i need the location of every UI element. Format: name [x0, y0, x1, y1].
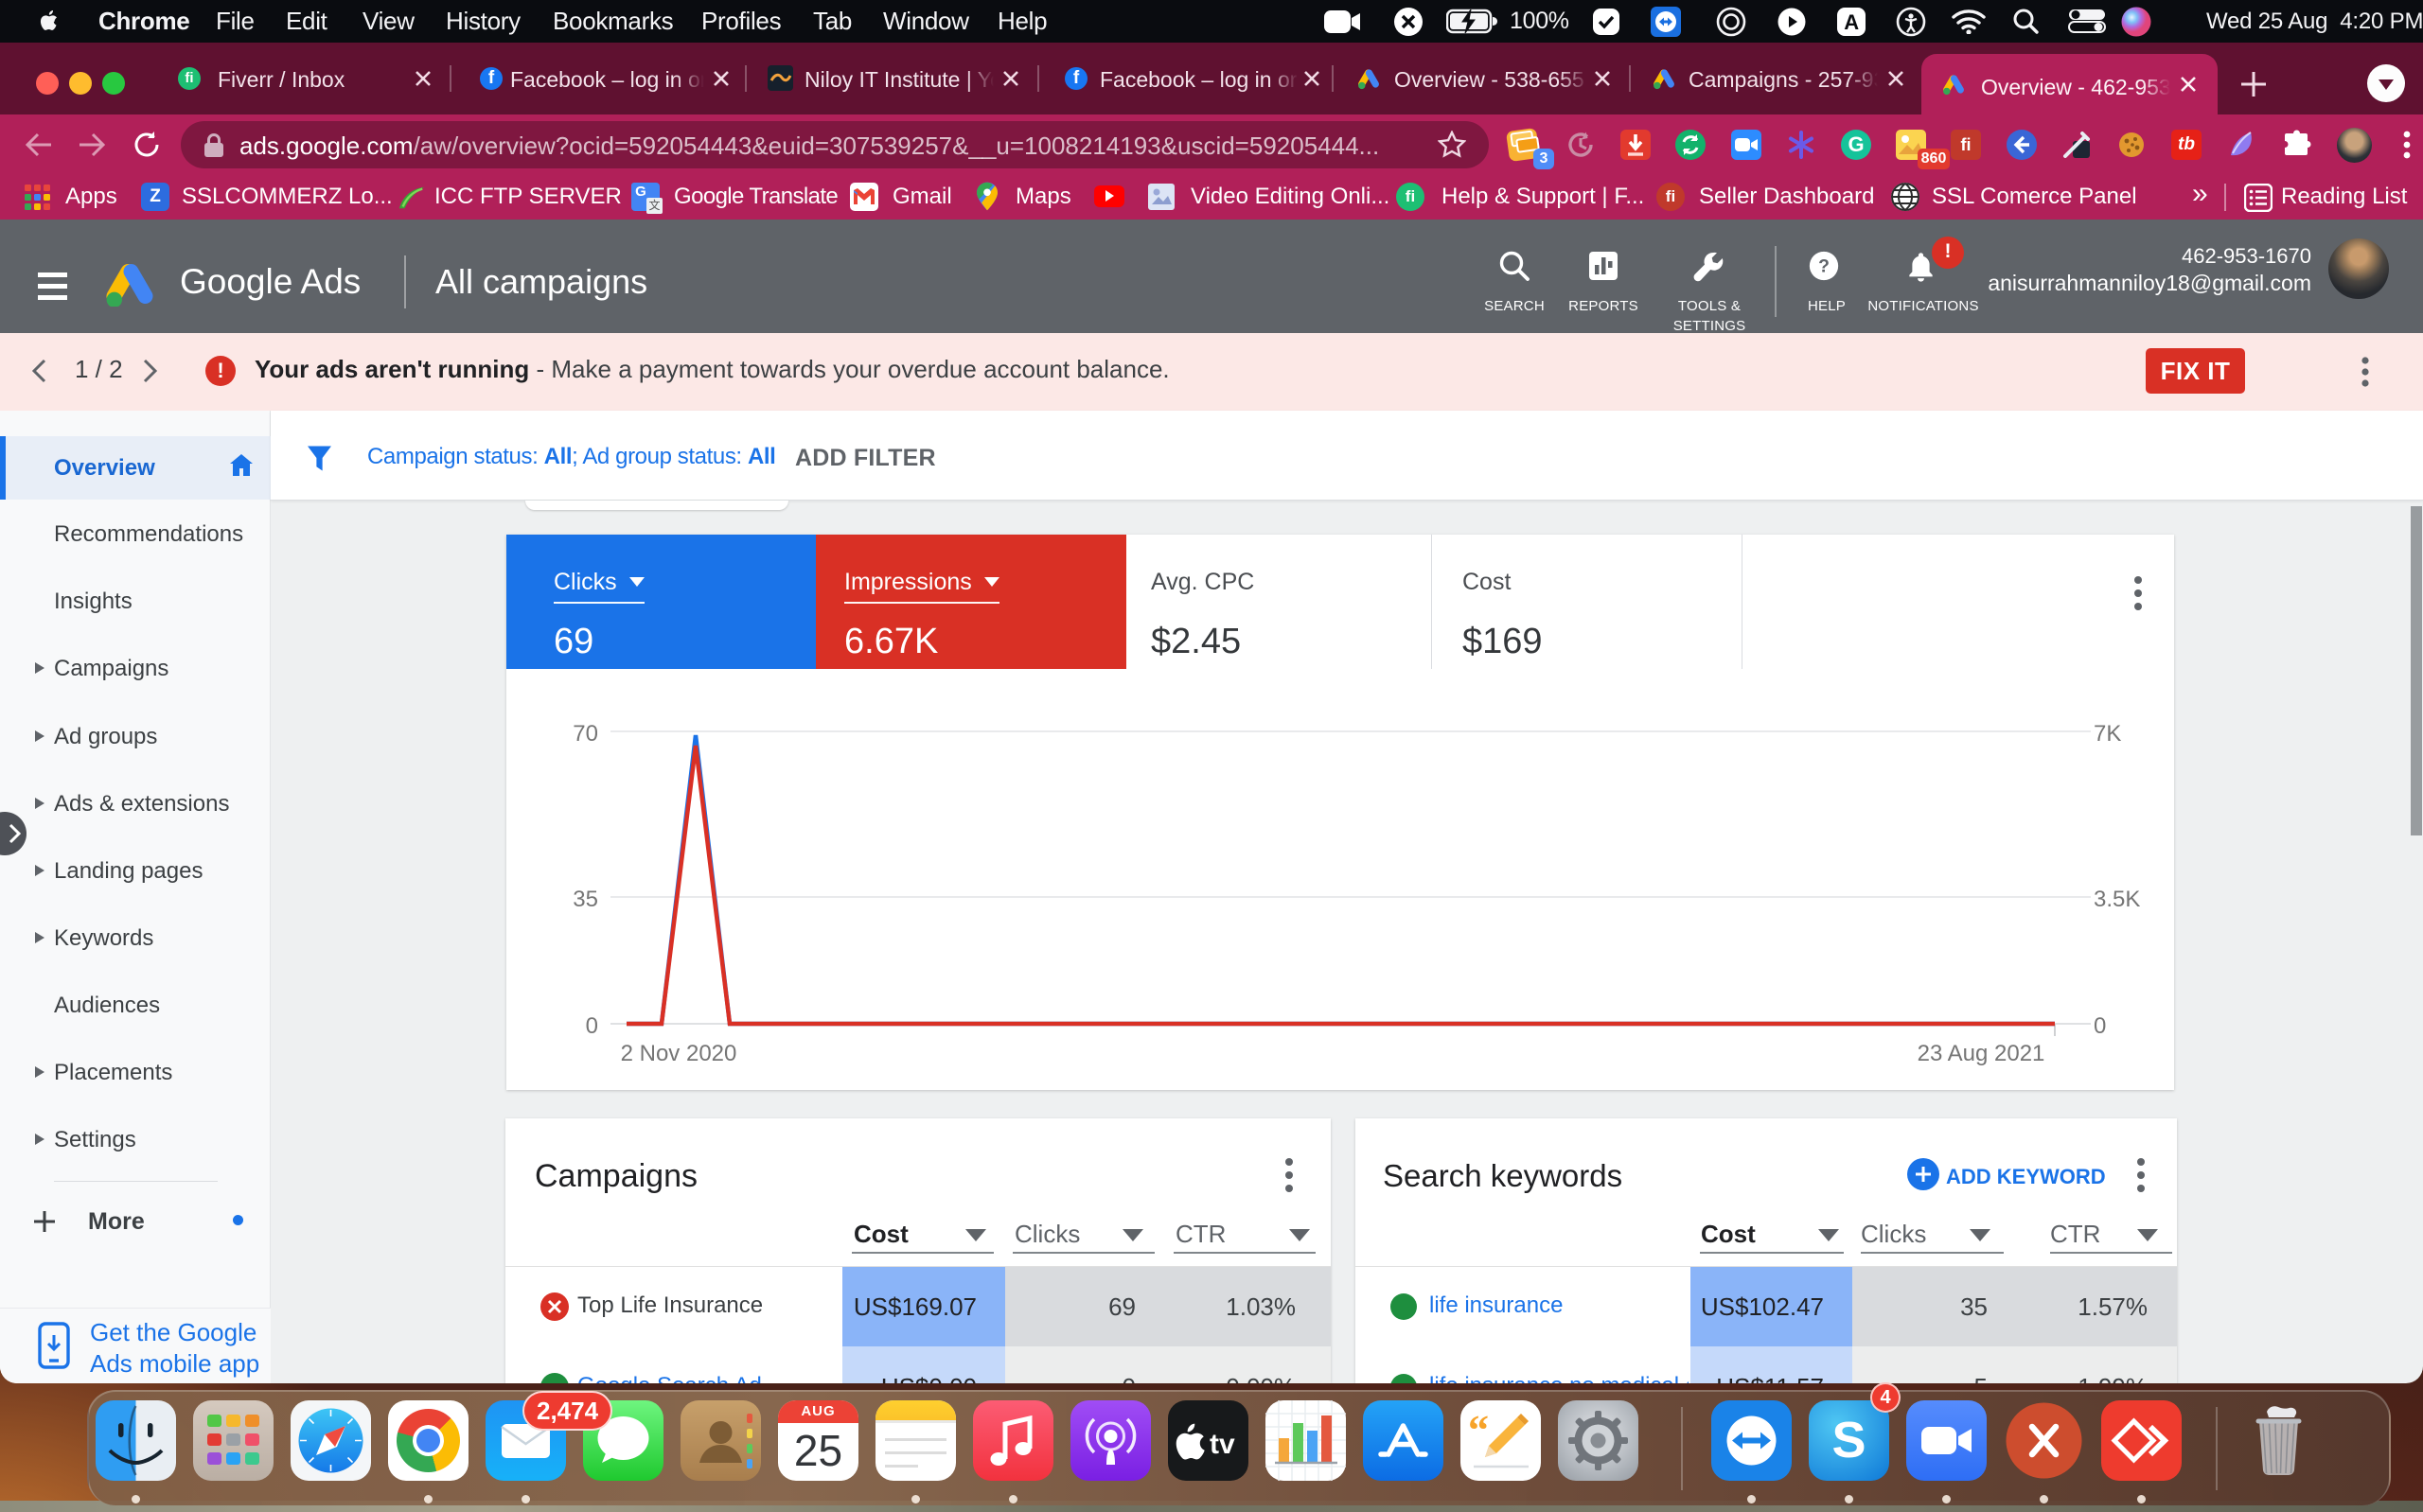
svg-text:2 Nov 2020: 2 Nov 2020: [621, 1041, 737, 1066]
svg-text:3.5K: 3.5K: [2094, 887, 2140, 912]
svg-text:35: 35: [573, 887, 598, 912]
svg-text:A: A: [1844, 10, 1859, 34]
svg-text:?: ?: [1818, 256, 1830, 277]
svg-text:23 Aug 2021: 23 Aug 2021: [1918, 1041, 2045, 1066]
svg-text:0: 0: [586, 1013, 598, 1039]
svg-text:70: 70: [573, 721, 598, 747]
svg-text:0: 0: [2094, 1013, 2106, 1039]
svg-text:tv: tv: [1210, 1429, 1235, 1460]
svg-text:7K: 7K: [2094, 721, 2121, 747]
